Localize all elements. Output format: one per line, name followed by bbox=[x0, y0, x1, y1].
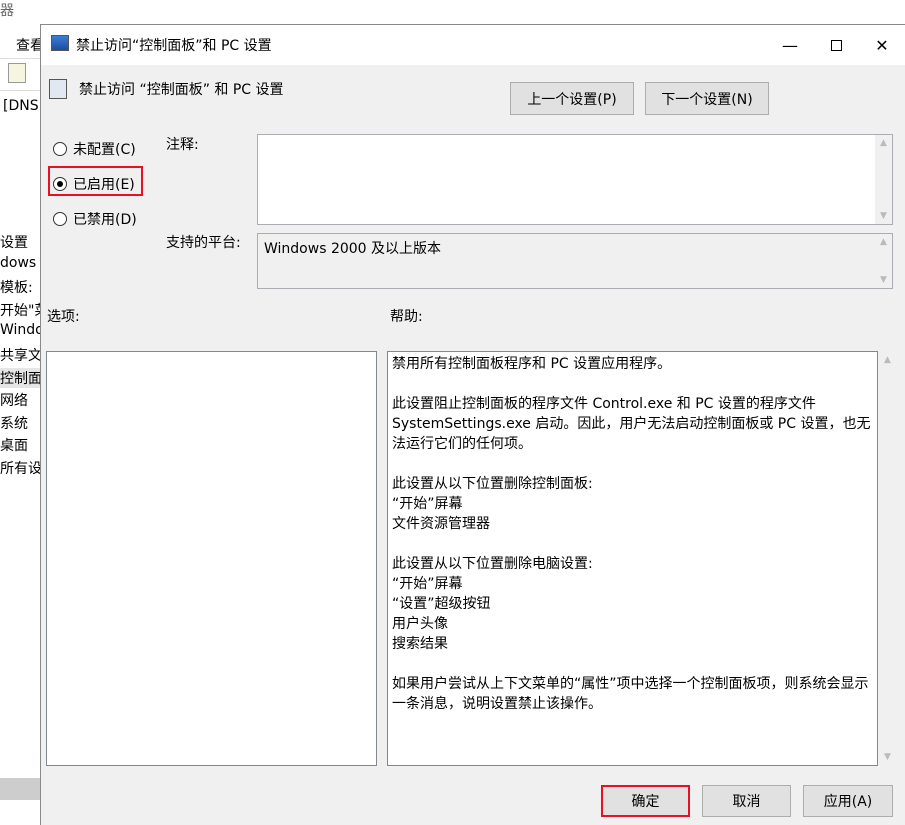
help-line: 禁用所有控制面板程序和 PC 设置应用程序。 bbox=[392, 356, 672, 372]
background-window: 器 查看 [DNS 设置 dows i 模板: 开始"菜 Windo 共享文控制面网络系… bbox=[0, 0, 40, 825]
background-tree-item[interactable]: dows i bbox=[0, 255, 40, 271]
radio-circle[interactable] bbox=[53, 212, 67, 226]
background-tree-item[interactable]: 共享文 bbox=[0, 345, 40, 365]
help-line: 此设置从以下位置删除控制面板: bbox=[392, 476, 593, 492]
background-tree-item[interactable]: 开始"菜 bbox=[0, 300, 40, 320]
next-setting-button[interactable]: 下一个设置(N) bbox=[645, 82, 769, 115]
help-paragraph: 此设置阻止控制面板的程序文件 Control.exe 和 PC 设置的程序文件 … bbox=[392, 394, 873, 454]
radio-disabled[interactable]: 已禁用(D) bbox=[53, 209, 137, 229]
radio-not-configured[interactable]: 未配置(C) bbox=[53, 139, 136, 159]
help-line: “开始”屏幕 bbox=[392, 576, 463, 592]
background-tree-item[interactable]: 系统 bbox=[0, 413, 28, 433]
background-tree-item[interactable]: 桌面 bbox=[0, 435, 28, 455]
dialog-title: 禁止访问“控制面板”和 PC 设置 bbox=[76, 38, 272, 54]
help-line: 此设置从以下位置删除电脑设置: bbox=[392, 556, 593, 572]
background-title: 器 bbox=[0, 3, 14, 19]
help-line: 如果用户尝试从上下文菜单的“属性”项中选择一个控制面板项，则系统会显示一条消息，… bbox=[392, 676, 869, 712]
maximize-button[interactable] bbox=[813, 25, 859, 65]
help-line: “设置”超级按钮 bbox=[392, 596, 491, 612]
apply-button[interactable]: 应用(A) bbox=[803, 785, 893, 817]
background-menu-view[interactable]: 查看 bbox=[16, 35, 40, 55]
platform-field: Windows 2000 及以上版本 ▲ ▼ bbox=[257, 233, 893, 289]
title-bar: 禁止访问“控制面板”和 PC 设置 — ✕ bbox=[41, 25, 905, 65]
help-line: 文件资源管理器 bbox=[392, 516, 490, 532]
previous-setting-button[interactable]: 上一个设置(P) bbox=[510, 82, 634, 115]
radio-label: 已禁用(D) bbox=[73, 212, 137, 228]
background-tree-item[interactable]: 所有设 bbox=[0, 458, 40, 478]
radio-enabled[interactable]: 已启用(E) bbox=[53, 174, 135, 194]
policy-dialog: 禁止访问“控制面板”和 PC 设置 — ✕ 禁止访问 “控制面板” 和 PC 设… bbox=[40, 24, 905, 825]
background-tree-item[interactable]: 设置 bbox=[0, 232, 28, 252]
background-path: [DNS bbox=[3, 98, 39, 114]
policy-icon bbox=[51, 35, 69, 51]
platform-scrollbar[interactable]: ▲ ▼ bbox=[875, 234, 892, 288]
minimize-button[interactable]: — bbox=[767, 25, 813, 65]
help-paragraph: 禁用所有控制面板程序和 PC 设置应用程序。 bbox=[392, 354, 873, 374]
platform-value: Windows 2000 及以上版本 bbox=[264, 241, 442, 257]
ok-button[interactable]: 确定 bbox=[601, 785, 690, 817]
options-panel bbox=[46, 351, 377, 766]
radio-circle[interactable] bbox=[53, 142, 67, 156]
help-line: 此设置阻止控制面板的程序文件 Control.exe 和 PC 设置的程序文件 … bbox=[392, 396, 871, 452]
help-paragraph: 此设置从以下位置删除控制面板: “开始”屏幕文件资源管理器 bbox=[392, 474, 873, 534]
help-scrollbar[interactable]: ▲ ▼ bbox=[879, 351, 896, 766]
close-button[interactable]: ✕ bbox=[859, 25, 905, 65]
background-tree-item[interactable]: 模板: bbox=[0, 277, 33, 297]
cancel-button[interactable]: 取消 bbox=[702, 785, 791, 817]
comment-label: 注释: bbox=[166, 137, 199, 153]
radio-label: 已启用(E) bbox=[73, 177, 135, 193]
comment-scrollbar[interactable]: ▲ ▼ bbox=[875, 135, 892, 224]
options-label: 选项: bbox=[47, 309, 80, 325]
help-paragraph: 如果用户尝试从上下文菜单的“属性”项中选择一个控制面板项，则系统会显示一条消息，… bbox=[392, 674, 873, 714]
radio-circle[interactable] bbox=[53, 177, 67, 191]
background-scrollbar[interactable] bbox=[0, 778, 40, 800]
comment-textarea[interactable]: ▲ ▼ bbox=[257, 134, 893, 225]
background-tree-item[interactable]: 网络 bbox=[0, 390, 28, 410]
toolbar-document-icon[interactable] bbox=[8, 63, 26, 83]
help-line: 用户头像 bbox=[392, 616, 448, 632]
platform-label: 支持的平台: bbox=[166, 235, 241, 251]
background-tree-item[interactable]: 控制面 bbox=[0, 367, 40, 388]
help-paragraph: 此设置从以下位置删除电脑设置: “开始”屏幕 “设置”超级按钮 用户头像搜索结果 bbox=[392, 554, 873, 654]
help-panel: 禁用所有控制面板程序和 PC 设置应用程序。此设置阻止控制面板的程序文件 Con… bbox=[387, 351, 878, 766]
help-line: “开始”屏幕 bbox=[392, 496, 463, 512]
setting-header: 禁止访问 “控制面板” 和 PC 设置 bbox=[79, 82, 284, 98]
help-label: 帮助: bbox=[390, 309, 423, 325]
setting-icon bbox=[49, 79, 67, 99]
help-line: 搜索结果 bbox=[392, 636, 448, 652]
background-tree-item[interactable]: Windo bbox=[0, 322, 40, 338]
radio-label: 未配置(C) bbox=[73, 142, 136, 158]
